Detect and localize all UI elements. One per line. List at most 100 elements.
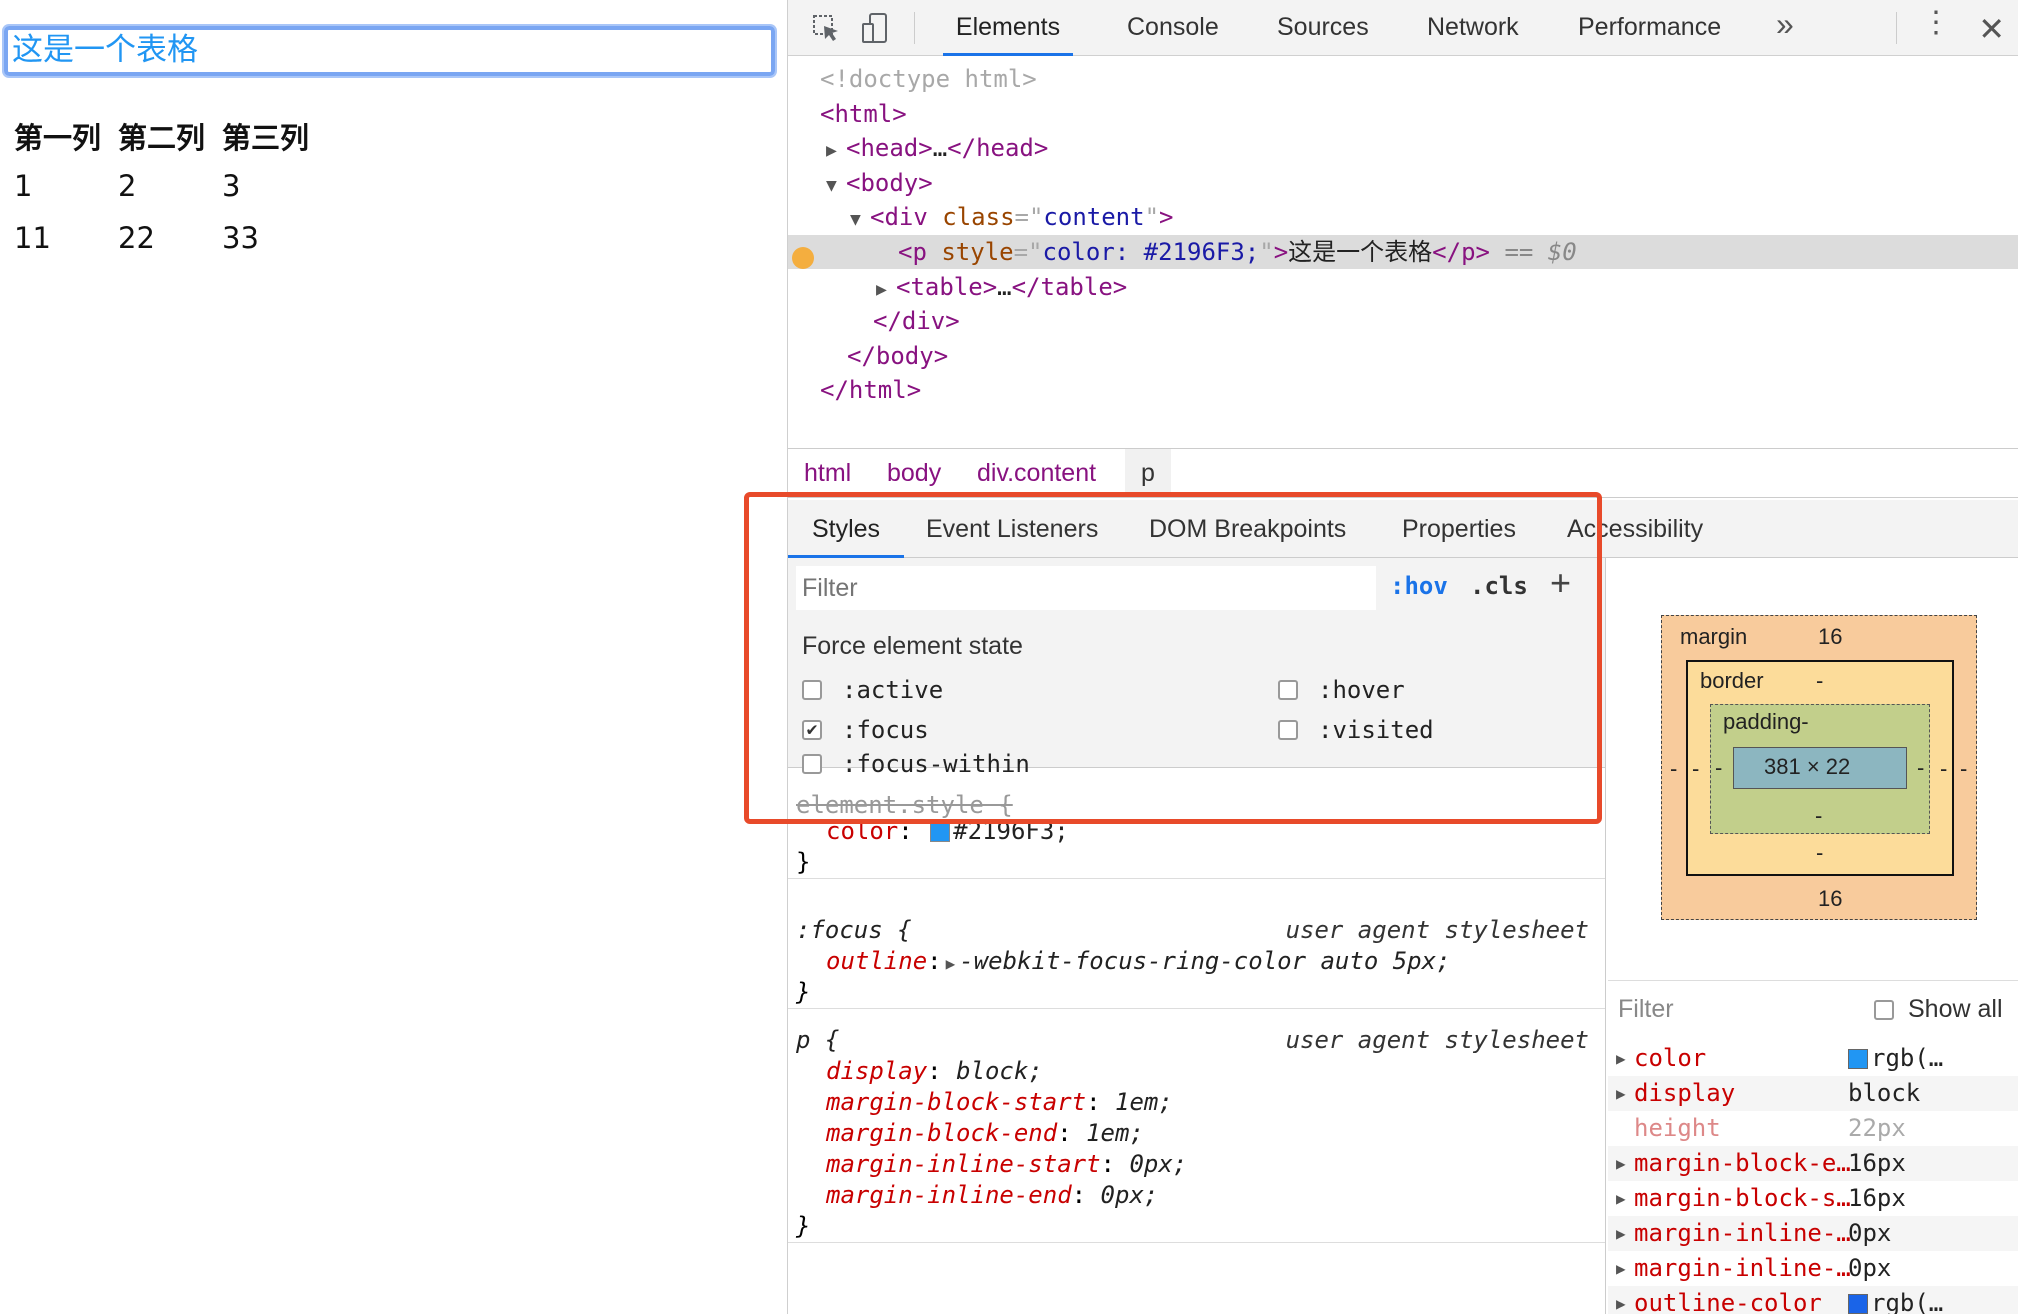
inspect-element-icon[interactable] bbox=[808, 10, 844, 46]
new-rule-plus-icon[interactable]: + bbox=[1550, 562, 1571, 604]
table-header-cell: 第一列 bbox=[14, 121, 102, 155]
expand-triangle-icon[interactable]: ▶ bbox=[876, 273, 896, 307]
state-hover[interactable]: :hover bbox=[1278, 673, 1405, 707]
checkbox[interactable] bbox=[802, 680, 822, 700]
expand-triangle-icon[interactable]: ▶ bbox=[1616, 1286, 1626, 1314]
tab-sources[interactable]: Sources bbox=[1277, 0, 1369, 56]
breadcrumb-p[interactable]: p bbox=[1125, 449, 1171, 497]
state-active[interactable]: :active bbox=[802, 673, 943, 707]
table-cell: 2 bbox=[118, 169, 137, 203]
checkbox[interactable] bbox=[802, 754, 822, 774]
rule-p[interactable]: p {user agent stylesheet display: block;… bbox=[788, 1025, 1605, 1243]
dom-table-node[interactable]: ▶ <table>…</table> bbox=[876, 270, 1127, 304]
dom-body-close[interactable]: </body> bbox=[847, 339, 948, 373]
dom-html-node[interactable]: <html> bbox=[820, 97, 907, 131]
dom-div-close[interactable]: </div> bbox=[873, 304, 960, 338]
tab-console[interactable]: Console bbox=[1127, 0, 1219, 56]
computed-filter-bar: Filter Show all bbox=[1608, 980, 2018, 1036]
computed-row-color[interactable]: ▶ color rgb(… bbox=[1608, 1041, 2018, 1076]
expand-triangle-icon[interactable]: ▶ bbox=[1616, 1181, 1626, 1216]
hov-toggle[interactable]: :hov bbox=[1390, 572, 1448, 600]
computed-row-outline-color[interactable]: ▶ outline-color rgb(… bbox=[1608, 1286, 2018, 1314]
devtools-toolbar: Elements Console Sources Network Perform… bbox=[788, 0, 2018, 56]
show-all-toggle[interactable]: Show all bbox=[1874, 995, 2003, 1024]
table-row: 1 2 3 bbox=[14, 160, 313, 212]
tab-properties[interactable]: Properties bbox=[1402, 500, 1516, 558]
styles-pane: :hov .cls + Force element state :active … bbox=[788, 558, 1606, 1314]
box-model-content[interactable]: 381 × 22 bbox=[1733, 747, 1907, 789]
device-toolbar-icon[interactable] bbox=[858, 10, 894, 46]
tab-accessibility[interactable]: Accessibility bbox=[1567, 500, 1703, 558]
checkbox[interactable] bbox=[1278, 720, 1298, 740]
table-cell: 33 bbox=[222, 221, 259, 255]
dom-body-node[interactable]: ▼ <body> bbox=[826, 166, 933, 200]
breadcrumb: html body div.content p bbox=[788, 448, 2018, 498]
stylesheet-source: user agent stylesheet bbox=[1285, 916, 1589, 944]
color-swatch-icon bbox=[1848, 1049, 1868, 1069]
color-swatch-icon[interactable] bbox=[930, 822, 951, 842]
table-cell: 22 bbox=[118, 221, 155, 255]
tab-network[interactable]: Network bbox=[1427, 0, 1519, 56]
expand-triangle-icon[interactable]: ▶ bbox=[1616, 1146, 1626, 1181]
table-cell: 3 bbox=[222, 169, 241, 203]
table-header-row: 第一列 第二列 第三列 bbox=[14, 112, 313, 160]
box-model: margin 16 16 - - border - - - - padding-… bbox=[1661, 615, 1977, 920]
more-tabs-icon[interactable]: » bbox=[1776, 6, 1794, 43]
expand-triangle-icon[interactable]: ▶ bbox=[826, 134, 846, 168]
breadcrumb-div-content[interactable]: div.content bbox=[977, 449, 1096, 497]
dom-html-close[interactable]: </html> bbox=[820, 373, 921, 407]
expand-triangle-icon[interactable]: ▶ bbox=[1616, 1076, 1626, 1111]
computed-row-display[interactable]: ▶ display block bbox=[1608, 1076, 2018, 1111]
tab-elements[interactable]: Elements bbox=[943, 0, 1073, 56]
tab-event-listeners[interactable]: Event Listeners bbox=[926, 500, 1098, 558]
dom-p-node-selected[interactable]: <p style="color: #2196F3;">这是一个表格</p> ==… bbox=[788, 235, 2018, 269]
force-state-title: Force element state bbox=[802, 632, 1023, 660]
expand-triangle-icon[interactable]: ▶ bbox=[1616, 1216, 1626, 1251]
tab-dom-breakpoints[interactable]: DOM Breakpoints bbox=[1149, 500, 1346, 558]
cls-toggle[interactable]: .cls bbox=[1470, 572, 1528, 600]
computed-row-margin-block-start[interactable]: ▶ margin-block-s… 16px bbox=[1608, 1181, 2018, 1216]
computed-row-margin-block-end[interactable]: ▶ margin-block-e… 16px bbox=[1608, 1146, 2018, 1181]
devtools-panel: Elements Console Sources Network Perform… bbox=[787, 0, 2018, 1314]
state-focus[interactable]: ✔:focus bbox=[802, 713, 929, 747]
breadcrumb-html[interactable]: html bbox=[804, 449, 851, 497]
dom-head-node[interactable]: ▶ <head>…</head> bbox=[826, 131, 1048, 165]
toolbar-divider bbox=[1896, 12, 1897, 44]
state-visited[interactable]: :visited bbox=[1278, 713, 1434, 747]
checkbox-checked[interactable]: ✔ bbox=[802, 720, 822, 740]
focused-paragraph[interactable]: 这是一个表格 bbox=[4, 26, 775, 76]
table-cell: 1 bbox=[14, 169, 33, 203]
kebab-menu-icon[interactable]: ⋮ bbox=[1921, 8, 1951, 38]
rule-focus[interactable]: :focus {user agent stylesheet outline: ▶ -… bbox=[788, 915, 1605, 1009]
computed-row-margin-inline-end[interactable]: ▶ margin-inline-… 0px bbox=[1608, 1216, 2018, 1251]
styles-filter-input[interactable] bbox=[796, 566, 1376, 610]
breakpoint-dot-icon bbox=[792, 247, 814, 269]
computed-filter-input[interactable]: Filter bbox=[1618, 995, 1674, 1024]
dom-doctype[interactable]: <!doctype html> bbox=[820, 62, 1037, 96]
styles-filter-bar: :hov .cls + bbox=[788, 558, 1605, 618]
computed-row-margin-inline-start[interactable]: ▶ margin-inline-… 0px bbox=[1608, 1251, 2018, 1286]
box-model-padding[interactable]: padding- - - - 381 × 22 bbox=[1710, 704, 1930, 834]
dom-div-node[interactable]: ▼ <div class="content"> bbox=[850, 200, 1173, 234]
expand-triangle-icon[interactable]: ▶ bbox=[1616, 1041, 1626, 1076]
page-viewport: 这是一个表格 第一列 第二列 第三列 1 2 3 11 22 33 bbox=[0, 0, 787, 1314]
expand-triangle-icon[interactable]: ▶ bbox=[946, 954, 956, 973]
computed-row-height[interactable]: height 22px bbox=[1608, 1111, 2018, 1146]
checkbox[interactable] bbox=[1278, 680, 1298, 700]
expand-triangle-icon[interactable]: ▶ bbox=[1616, 1251, 1626, 1286]
collapse-triangle-icon[interactable]: ▼ bbox=[850, 203, 870, 237]
tab-performance[interactable]: Performance bbox=[1578, 0, 1721, 56]
checkbox[interactable] bbox=[1874, 999, 1894, 1020]
toolbar-divider bbox=[914, 12, 915, 44]
state-focus-within[interactable]: :focus-within bbox=[802, 750, 1030, 778]
breadcrumb-body[interactable]: body bbox=[887, 449, 941, 497]
rule-element-style[interactable]: element.style { color: #2196F3; } bbox=[788, 791, 1605, 879]
box-model-margin[interactable]: margin 16 16 - - border - - - - padding-… bbox=[1661, 615, 1977, 920]
close-icon[interactable]: ✕ bbox=[1978, 10, 2005, 48]
collapse-triangle-icon[interactable]: ▼ bbox=[826, 169, 846, 203]
sidebar-tabs: Styles Event Listeners DOM Breakpoints P… bbox=[788, 500, 2018, 558]
table-cell: 11 bbox=[14, 221, 51, 255]
tab-styles[interactable]: Styles bbox=[788, 500, 904, 558]
table-header-cell: 第三列 bbox=[222, 121, 310, 155]
box-model-border[interactable]: border - - - - padding- - - - 381 × 22 bbox=[1686, 660, 1954, 876]
